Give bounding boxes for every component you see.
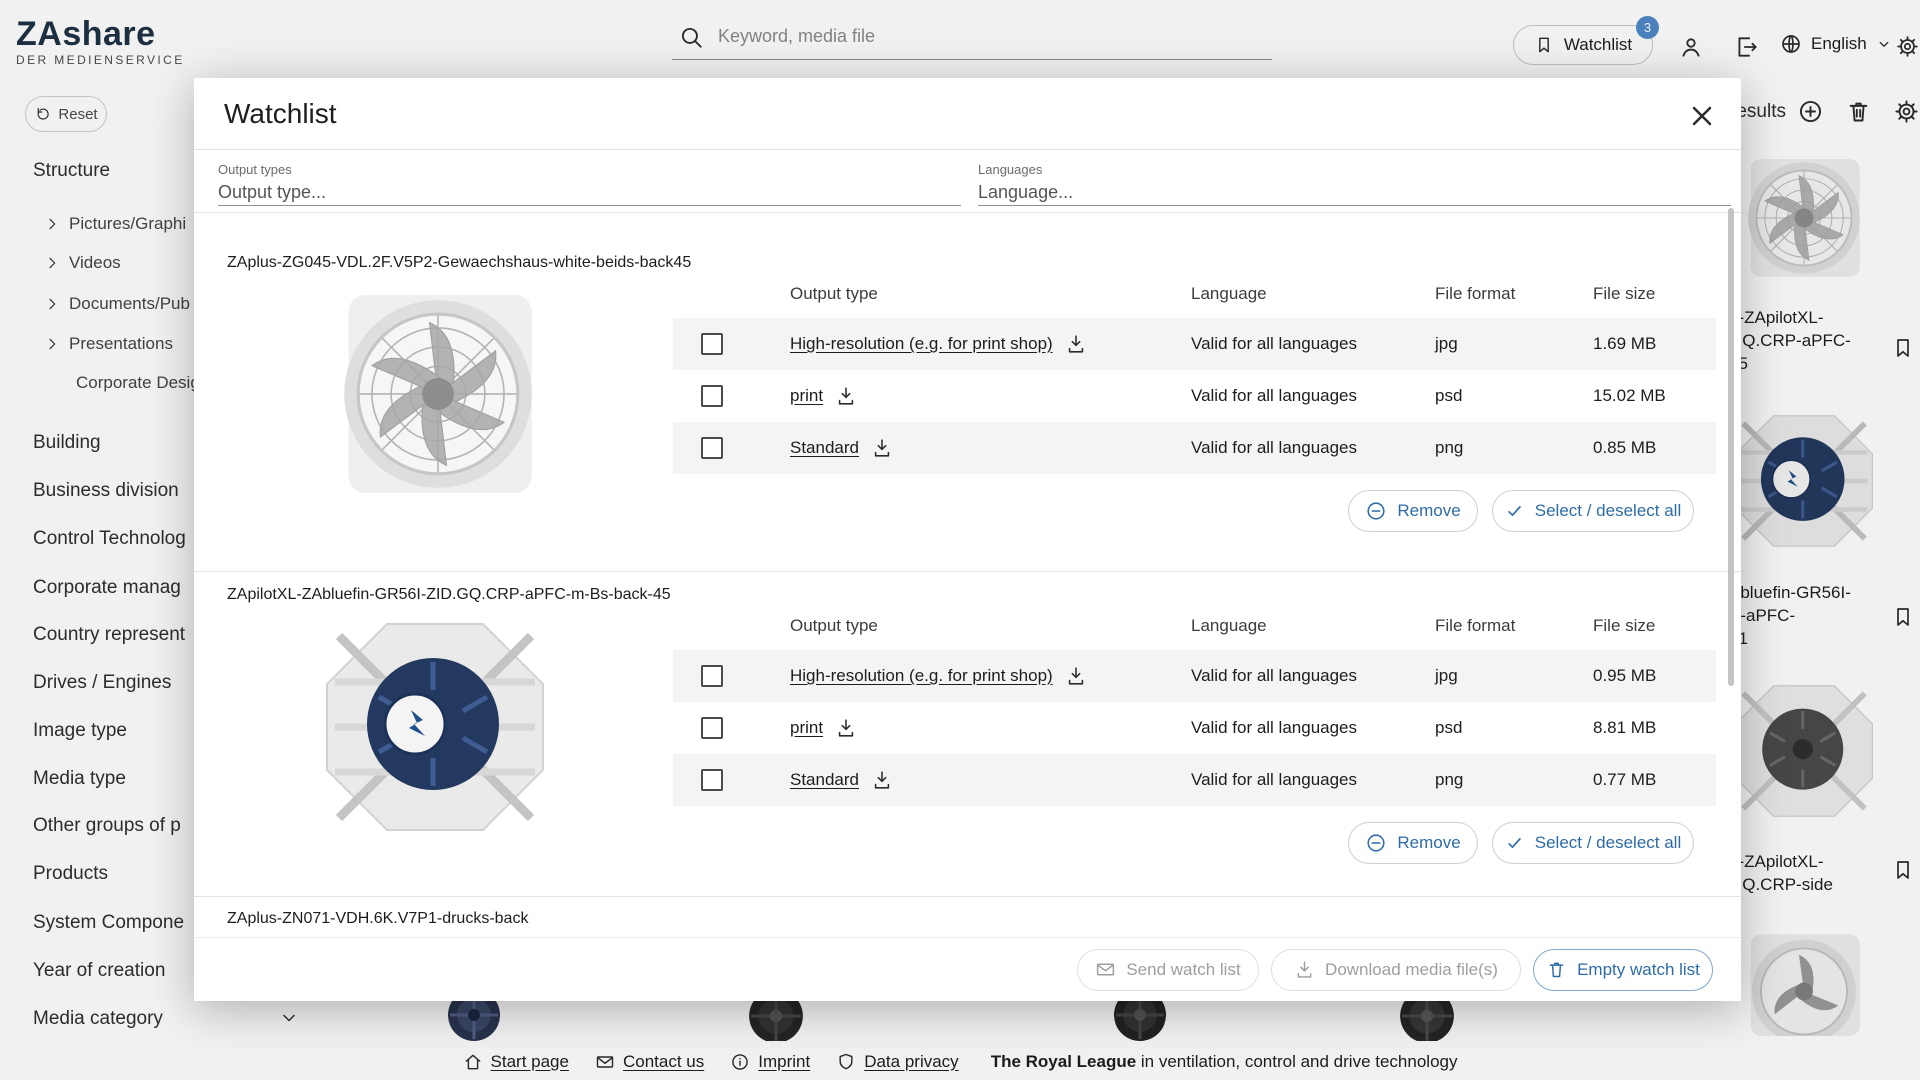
remove-button[interactable]: Remove [1348,822,1478,864]
empty-watchlist-label: Empty watch list [1577,960,1700,980]
remove-label: Remove [1397,833,1460,853]
column-header-file-format: File format [1435,284,1515,304]
row-checkbox[interactable] [701,717,723,739]
download-icon[interactable] [871,769,893,791]
download-media-files-label: Download media file(s) [1325,960,1498,980]
download-icon[interactable] [871,437,893,459]
output-type-link[interactable]: print [790,386,823,406]
row-language: Valid for all languages [1191,422,1357,474]
row-file-size: 8.81 MB [1593,702,1656,754]
table-row: Standard Valid for all languages png 0.8… [673,422,1716,474]
column-header-language: Language [1191,284,1267,304]
divider [194,571,1741,572]
row-file-format: png [1435,754,1463,806]
row-file-size: 0.95 MB [1593,650,1656,702]
download-icon [1294,959,1315,980]
media-file-name: ZApilotXL-ZAbluefin-GR56I-ZID.GQ.CRP-aPF… [227,586,671,604]
watchlist-modal: Watchlist Output types Output type... La… [194,78,1741,1001]
remove-button[interactable]: Remove [1348,490,1478,532]
output-type-link[interactable]: High-resolution (e.g. for print shop) [790,334,1053,354]
row-file-size: 1.69 MB [1593,318,1656,370]
select-deselect-all-button[interactable]: Select / deselect all [1492,822,1694,864]
row-checkbox[interactable] [701,665,723,687]
language-filter-placeholder: Language... [978,182,1731,203]
row-file-format: psd [1435,702,1462,754]
minus-circle-icon [1365,500,1387,522]
column-header-file-format: File format [1435,616,1515,636]
media-preview-image [296,280,580,525]
output-type-link[interactable]: Standard [790,770,859,790]
row-checkbox[interactable] [701,769,723,791]
download-icon[interactable] [1065,665,1087,687]
centrifugal-fan-image [296,612,574,842]
divider [194,896,1741,897]
output-type-link[interactable]: High-resolution (e.g. for print shop) [790,666,1053,686]
select-deselect-all-label: Select / deselect all [1535,833,1681,853]
column-header-output-type: Output type [790,616,878,636]
download-media-files-button[interactable]: Download media file(s) [1271,949,1521,991]
check-icon [1505,833,1525,853]
language-filter[interactable]: Languages Language... [978,162,1731,206]
row-file-format: jpg [1435,650,1458,702]
output-type-link[interactable]: Standard [790,438,859,458]
row-file-format: jpg [1435,318,1458,370]
row-language: Valid for all languages [1191,754,1357,806]
row-checkbox[interactable] [701,333,723,355]
envelope-icon [1095,959,1116,980]
modal-scrollbar[interactable] [1728,208,1734,686]
output-type-filter[interactable]: Output types Output type... [218,162,961,206]
minus-circle-icon [1365,832,1387,854]
check-icon [1505,501,1525,521]
row-language: Valid for all languages [1191,318,1357,370]
download-icon[interactable] [1065,333,1087,355]
download-icon[interactable] [835,717,857,739]
table-row: print Valid for all languages psd 8.81 M… [673,702,1716,754]
output-type-filter-placeholder: Output type... [218,182,961,203]
column-header-file-size: File size [1593,284,1655,304]
empty-watchlist-button[interactable]: Empty watch list [1533,949,1713,991]
output-type-filter-label: Output types [218,162,961,177]
table-row: Standard Valid for all languages png 0.7… [673,754,1716,806]
modal-title: Watchlist [224,98,337,130]
row-file-size: 15.02 MB [1593,370,1666,422]
media-file-name: ZAplus-ZN071-VDH.6K.V7P1-drucks-back [227,910,528,928]
axial-fan-image [296,280,580,525]
download-icon[interactable] [835,385,857,407]
column-header-output-type: Output type [790,284,878,304]
row-file-format: png [1435,422,1463,474]
watchlist-item: ZAplus-ZG045-VDL.2F.V5P2-Gewaechshaus-wh… [194,254,1741,554]
media-file-name: ZAplus-ZG045-VDL.2F.V5P2-Gewaechshaus-wh… [227,254,691,272]
media-preview-image [296,612,574,842]
row-language: Valid for all languages [1191,650,1357,702]
remove-label: Remove [1397,501,1460,521]
watchlist-item: ZAplus-ZN071-VDH.6K.V7P1-drucks-back [194,910,1741,936]
trash-icon [1546,959,1567,980]
select-deselect-all-label: Select / deselect all [1535,501,1681,521]
column-header-file-size: File size [1593,616,1655,636]
divider [194,149,1741,150]
row-file-size: 0.85 MB [1593,422,1656,474]
close-icon[interactable] [1686,100,1718,132]
row-checkbox[interactable] [701,437,723,459]
row-language: Valid for all languages [1191,370,1357,422]
row-file-size: 0.77 MB [1593,754,1656,806]
row-file-format: psd [1435,370,1462,422]
send-watchlist-label: Send watch list [1126,960,1240,980]
modal-footer: Send watch list Download media file(s) E… [194,937,1741,1001]
divider [194,212,1741,213]
table-row: High-resolution (e.g. for print shop) Va… [673,318,1716,370]
table-row: print Valid for all languages psd 15.02 … [673,370,1716,422]
select-deselect-all-button[interactable]: Select / deselect all [1492,490,1694,532]
language-filter-label: Languages [978,162,1731,177]
row-checkbox[interactable] [701,385,723,407]
output-type-link[interactable]: print [790,718,823,738]
send-watchlist-button[interactable]: Send watch list [1077,949,1259,991]
watchlist-item: ZApilotXL-ZAbluefin-GR56I-ZID.GQ.CRP-aPF… [194,586,1741,876]
row-language: Valid for all languages [1191,702,1357,754]
table-row: High-resolution (e.g. for print shop) Va… [673,650,1716,702]
column-header-language: Language [1191,616,1267,636]
